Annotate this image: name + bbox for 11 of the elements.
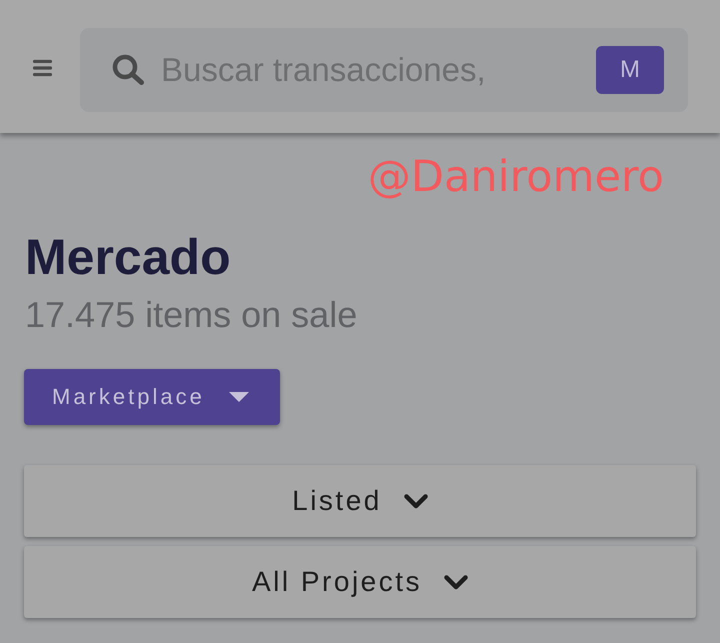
account-avatar[interactable]: M (596, 46, 664, 94)
search-icon (112, 54, 144, 85)
category-dropdown[interactable]: Marketplace (24, 369, 280, 425)
overlay-text: @Daniromero (368, 151, 664, 204)
filter-dropdown[interactable]: Listed (24, 465, 696, 537)
chevron-down-icon (444, 574, 468, 590)
chevron-down-icon (404, 494, 428, 508)
filter-dropdown[interactable]: All Projects (24, 546, 696, 618)
caret-icon (228, 392, 249, 402)
page-title: Mercado (25, 228, 231, 287)
items-count: 17.475 items on sale (25, 293, 358, 337)
